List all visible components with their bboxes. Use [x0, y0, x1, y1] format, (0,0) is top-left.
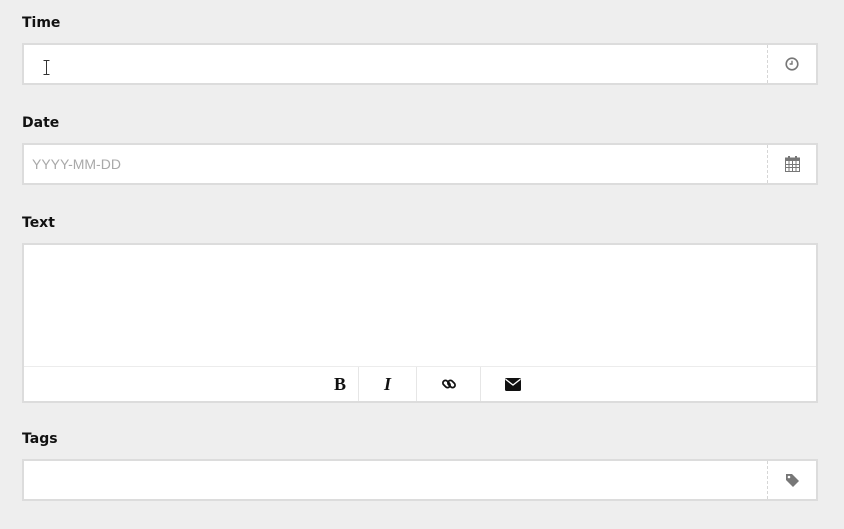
tags-field-group [22, 459, 818, 501]
date-input[interactable] [24, 145, 767, 183]
tags-label: Tags [22, 431, 58, 447]
time-input[interactable] [24, 45, 767, 83]
calendar-icon [784, 156, 800, 172]
time-field-group [22, 43, 818, 85]
tag-icon [785, 473, 799, 487]
link-button[interactable] [416, 367, 480, 401]
envelope-icon [504, 377, 521, 391]
tags-button[interactable] [767, 461, 816, 499]
italic-button[interactable]: I [358, 367, 416, 401]
text-toolbar: B I [24, 366, 816, 401]
text-label: Text [22, 215, 55, 231]
date-picker-button[interactable] [767, 145, 816, 183]
time-picker-button[interactable] [767, 45, 816, 83]
tags-input[interactable] [24, 461, 767, 499]
date-field-group [22, 143, 818, 185]
bold-label: B [333, 373, 346, 394]
email-button[interactable] [480, 367, 544, 401]
date-label: Date [22, 115, 60, 131]
time-label: Time [22, 15, 61, 31]
text-area[interactable] [24, 245, 816, 367]
clock-icon [785, 57, 799, 71]
italic-label: I [383, 373, 391, 394]
text-editor: B I [22, 243, 818, 403]
bold-button[interactable]: B [322, 367, 358, 401]
text-cursor-icon [43, 60, 50, 75]
link-icon [441, 379, 456, 389]
